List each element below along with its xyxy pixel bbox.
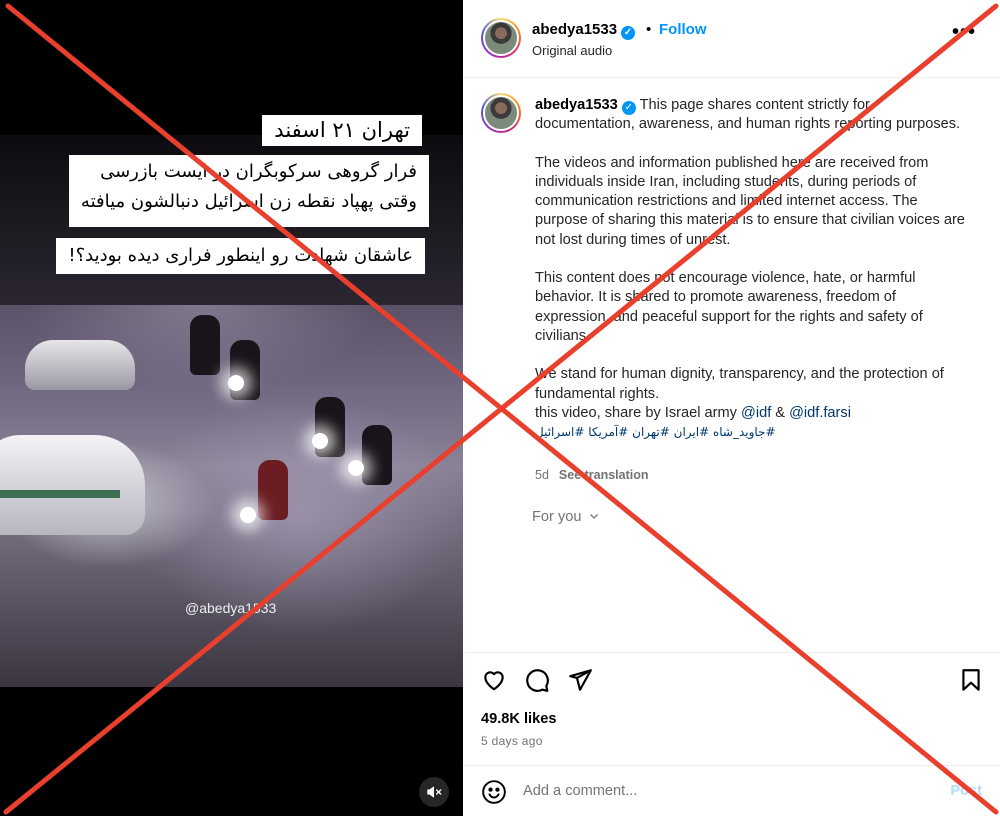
video-police-car (0, 435, 145, 535)
comment-icon[interactable] (524, 667, 550, 693)
video-rider (230, 340, 260, 400)
share-icon[interactable] (567, 667, 593, 693)
see-translation-button[interactable]: See translation (559, 468, 649, 482)
heart-icon[interactable] (481, 667, 507, 693)
caption-meta: 5d See translation (535, 468, 649, 482)
video-rider (362, 425, 392, 485)
post-header: abedya1533 ✓ • Follow Original audio ••• (463, 0, 1000, 78)
emoji-icon[interactable] (481, 779, 507, 805)
video-headlight (240, 507, 256, 523)
video-car (25, 340, 135, 390)
caption-mentions-line: this video, share by Israel army @idf & … (535, 404, 965, 423)
avatar-image (483, 95, 519, 131)
post-timestamp: 5 days ago (481, 734, 543, 748)
caption-paragraph: abedya1533 ✓ This page shares content str… (535, 96, 965, 135)
divider (463, 765, 1000, 766)
avatar-image (483, 20, 519, 56)
mention-idf-farsi[interactable]: @idf.farsi (789, 405, 851, 421)
post-comment-button[interactable]: Post (950, 783, 982, 799)
video-headlight (228, 375, 244, 391)
caption-paragraph: We stand for human dignity, transparency… (535, 366, 944, 402)
for-you-label[interactable]: For you (532, 509, 581, 525)
video-watermark: @abedya1533 (185, 600, 277, 616)
bookmark-icon[interactable] (958, 667, 984, 693)
speaker-muted-icon (427, 786, 442, 798)
mute-button[interactable] (419, 777, 449, 807)
caption-paragraph: This content does not encourage violence… (535, 270, 923, 344)
post-age: 5d (535, 468, 549, 482)
for-you-dropdown[interactable]: For you (532, 509, 600, 525)
car-stripe (0, 490, 120, 498)
video-caption-question: عاشقان شهادت رو اینطور فراری دیده بودید؟… (56, 238, 425, 274)
video-headlight (348, 460, 364, 476)
caption-username[interactable]: abedya1533 (535, 97, 618, 113)
video-caption-main: فرار گروهی سرکوبگران در ایست بازرسی وقتی… (68, 155, 429, 227)
caption-paragraph: The videos and information published her… (535, 154, 965, 248)
caption-avatar[interactable] (481, 93, 521, 133)
video-caption-line: وقتی پهپاد نقطه زن اسرائیل دنبالشون میاف… (80, 191, 417, 212)
video-rider (258, 460, 288, 520)
comment-input[interactable] (523, 783, 903, 799)
chevron-down-icon (589, 514, 598, 519)
divider (463, 652, 1000, 653)
post-caption: abedya1533 ✓ This page shares content str… (535, 96, 965, 442)
likes-count[interactable]: 49.8K likes (481, 711, 556, 727)
header-separator: • (646, 21, 652, 38)
follow-button[interactable]: Follow (659, 21, 707, 38)
hashtags[interactable]: #جاوید_شاه #ایران #تهران #آمریکا #اسرائی… (535, 423, 965, 442)
caption-text: this video, share by Israel army (535, 404, 742, 421)
video-player[interactable]: @abedya1533 تهران ۲۱ اسفند فرار گروهی سر… (0, 0, 463, 816)
post-side-panel: abedya1533 ✓ • Follow Original audio ••• … (463, 0, 1000, 816)
caption-text: & (771, 404, 790, 421)
username-text[interactable]: abedya1533 (532, 21, 617, 38)
more-options-icon[interactable]: ••• (952, 22, 976, 42)
avatar[interactable] (481, 18, 521, 58)
verified-badge-icon: ✓ (621, 26, 636, 40)
video-caption-line: فرار گروهی سرکوبگران در ایست بازرسی (100, 161, 417, 182)
video-caption-date: تهران ۲۱ اسفند (262, 115, 422, 146)
original-audio-link[interactable]: Original audio (532, 43, 612, 58)
video-person (190, 315, 220, 375)
header-username[interactable]: abedya1533 ✓ (532, 21, 636, 40)
video-headlight (312, 433, 328, 449)
mention-idf[interactable]: @idf (741, 405, 771, 421)
verified-badge-icon: ✓ (621, 101, 636, 115)
